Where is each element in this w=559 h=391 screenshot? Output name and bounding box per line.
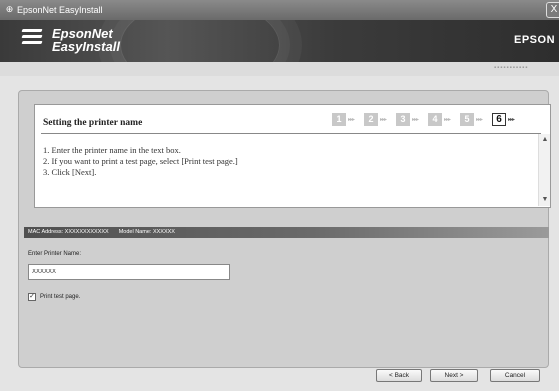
installer-window: ⊕ EpsonNet EasyInstall X EpsonNet EasyIn…: [0, 0, 559, 391]
instruction-line-1: 1. Enter the printer name in the text bo…: [43, 145, 181, 155]
printer-name-input[interactable]: [28, 264, 230, 280]
instruction-line-3: 3. Click [Next].: [43, 167, 97, 177]
step-4: 4: [428, 113, 442, 126]
next-button[interactable]: Next >: [430, 369, 478, 382]
step-arrow-icon: ▸▸▸: [348, 117, 355, 123]
close-button[interactable]: X: [546, 2, 559, 18]
step-instructions-box: Setting the printer name 1 ▸▸▸ 2 ▸▸▸ 3 ▸…: [34, 104, 551, 208]
mac-address: MAC Address: XXXXXXXXXXXX: [28, 229, 109, 235]
printer-name-label: Enter Printer Name:: [28, 251, 82, 257]
step-5: 5: [460, 113, 474, 126]
print-test-label[interactable]: Print test page.: [40, 294, 80, 300]
instruction-line-2: 2. If you want to print a test page, sel…: [43, 156, 238, 166]
instructions-scrollbar[interactable]: ▲ ▼: [538, 134, 550, 206]
product-banner: EpsonNet EasyInstall EPSON: [0, 20, 559, 62]
cancel-button[interactable]: Cancel: [490, 369, 540, 382]
step-arrow-icon: ▸▸▸: [380, 117, 387, 123]
heading-divider: [41, 133, 541, 134]
step-1: 1: [332, 113, 346, 126]
window-title: EpsonNet EasyInstall: [17, 5, 103, 15]
scroll-down-arrow-icon[interactable]: ▼: [539, 194, 551, 206]
step-2: 2: [364, 113, 378, 126]
step-heading: Setting the printer name: [43, 118, 143, 128]
vendor-logo: EPSON: [514, 34, 556, 46]
device-info-bar: MAC Address: XXXXXXXXXXXX Model Name: XXX…: [24, 227, 549, 238]
product-name-line2: EasyInstall: [52, 39, 120, 54]
scroll-up-arrow-icon[interactable]: ▲: [539, 134, 551, 146]
step-arrow-icon: ▸▸▸: [476, 117, 483, 123]
printer-app-icon: ⊕: [5, 4, 14, 14]
title-bar: ⊕ EpsonNet EasyInstall X: [0, 0, 559, 20]
print-test-checkbox[interactable]: ✓: [28, 293, 36, 301]
step-6-current: 6: [492, 113, 506, 126]
step-3: 3: [396, 113, 410, 126]
model-name: Model Name: XXXXXX: [118, 229, 175, 235]
banner-decoration: [120, 20, 280, 62]
epsonnet-logo-icon: [21, 29, 43, 51]
banner-subbar: ▪▪▪▪▪▪▪▪▪▪▪: [0, 62, 559, 76]
subbar-dots: ▪▪▪▪▪▪▪▪▪▪▪: [494, 65, 529, 71]
step-arrow-icon: ▸▸▸: [412, 117, 419, 123]
back-button[interactable]: < Back: [376, 369, 422, 382]
step-arrow-icon: ▸▸▸: [444, 117, 451, 123]
step-arrow-icon: ▸▸▸: [508, 117, 515, 123]
